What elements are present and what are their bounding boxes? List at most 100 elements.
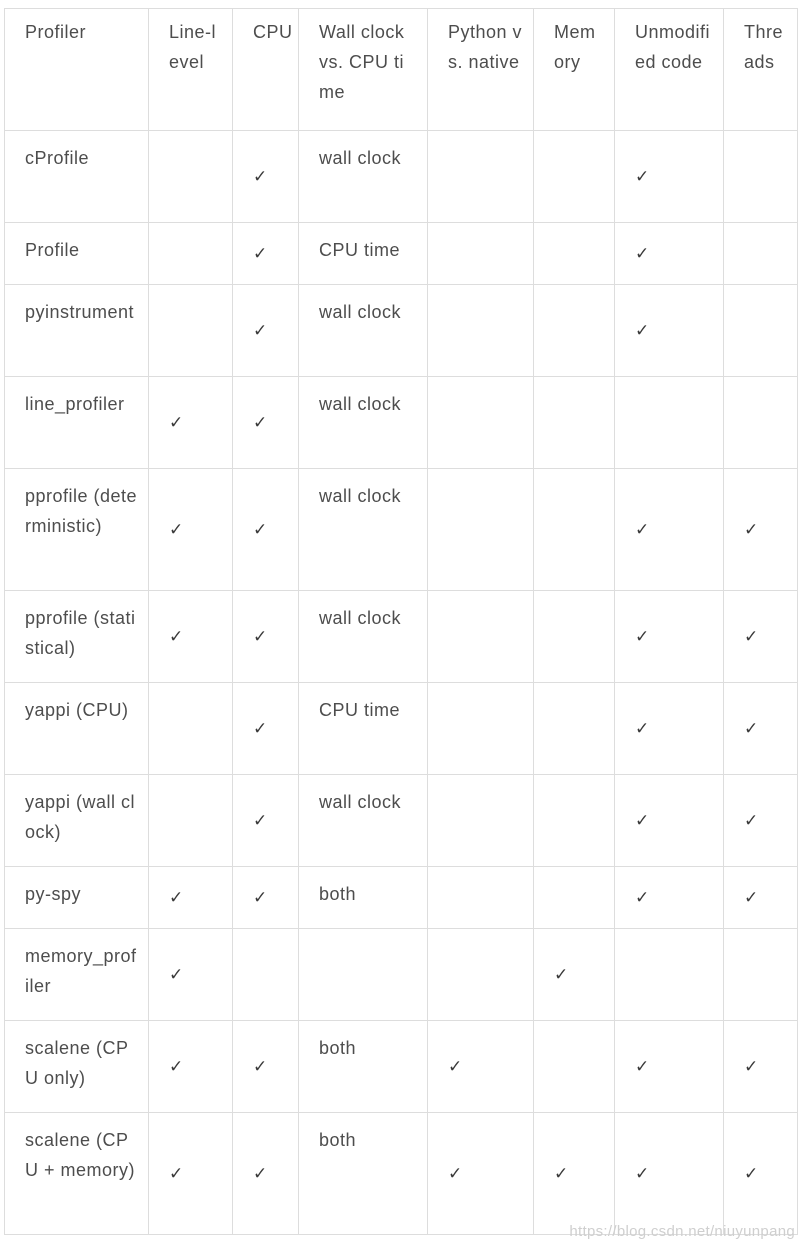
memory-cell (533, 284, 615, 377)
line-level-cell: ✓ (148, 590, 233, 683)
threads-cell: ✓ (723, 1112, 798, 1235)
cpu-cell: ✓ (232, 1112, 299, 1235)
memory-cell (533, 590, 615, 683)
wall-cpu-cell: both (298, 1112, 428, 1235)
header-cpu: CPU (232, 8, 299, 131)
cpu-cell: ✓ (232, 468, 299, 591)
wall-cpu-cell: wall clock (298, 376, 428, 469)
line-level-cell: ✓ (148, 468, 233, 591)
wall-cpu-cell: CPU time (298, 682, 428, 775)
unmodified-code-cell (614, 928, 724, 1021)
header-profiler: Profiler (4, 8, 149, 131)
cpu-cell: ✓ (232, 774, 299, 867)
profiler-name: pprofile (deterministic) (4, 468, 149, 591)
memory-cell: ✓ (533, 928, 615, 1021)
python-native-cell (427, 468, 534, 591)
wall-cpu-cell: wall clock (298, 590, 428, 683)
profiler-name: line_profiler (4, 376, 149, 469)
python-native-cell (427, 774, 534, 867)
profiler-name: pprofile (statistical) (4, 590, 149, 683)
python-native-cell (427, 130, 534, 223)
table-row: pprofile (deterministic) ✓ ✓ wall clock ✓ ✓ (4, 468, 798, 591)
profiler-name: Profile (4, 222, 149, 285)
header-line-level: Line-level (148, 8, 233, 131)
line-level-cell: ✓ (148, 866, 233, 929)
unmodified-code-cell: ✓ (614, 130, 724, 223)
memory-cell (533, 468, 615, 591)
line-level-cell (148, 284, 233, 377)
threads-cell: ✓ (723, 774, 798, 867)
memory-cell (533, 866, 615, 929)
wall-cpu-cell: both (298, 1020, 428, 1113)
memory-cell (533, 774, 615, 867)
memory-cell (533, 1020, 615, 1113)
header-unmodified-code: Unmodified code (614, 8, 724, 131)
table-row: yappi (wall clock) ✓ wall clock ✓ ✓ (4, 774, 798, 867)
threads-cell: ✓ (723, 866, 798, 929)
unmodified-code-cell: ✓ (614, 774, 724, 867)
header-threads: Threads (723, 8, 798, 131)
table-row: Profile ✓ CPU time ✓ (4, 222, 798, 285)
profiler-name: yappi (CPU) (4, 682, 149, 775)
table-row: pyinstrument ✓ wall clock ✓ (4, 284, 798, 377)
table-row: yappi (CPU) ✓ CPU time ✓ ✓ (4, 682, 798, 775)
profiler-name: memory_profiler (4, 928, 149, 1021)
profiler-comparison-table: Profiler Line-level CPU Wall clock vs. C… (4, 8, 798, 1235)
profiler-name: pyinstrument (4, 284, 149, 377)
threads-cell (723, 222, 798, 285)
table-row: scalene (CPU only) ✓ ✓ both ✓ ✓ ✓ (4, 1020, 798, 1113)
table-row: pprofile (statistical) ✓ ✓ wall clock ✓ ✓ (4, 590, 798, 683)
cpu-cell: ✓ (232, 376, 299, 469)
unmodified-code-cell: ✓ (614, 284, 724, 377)
cpu-cell: ✓ (232, 1020, 299, 1113)
cpu-cell: ✓ (232, 284, 299, 377)
wall-cpu-cell: wall clock (298, 130, 428, 223)
line-level-cell (148, 682, 233, 775)
table-row: py-spy ✓ ✓ both ✓ ✓ (4, 866, 798, 929)
header-wall-clock-vs-cpu-time: Wall clock vs. CPU time (298, 8, 428, 131)
python-native-cell: ✓ (427, 1020, 534, 1113)
cpu-cell: ✓ (232, 222, 299, 285)
line-level-cell (148, 222, 233, 285)
unmodified-code-cell: ✓ (614, 590, 724, 683)
threads-cell (723, 284, 798, 377)
cpu-cell: ✓ (232, 130, 299, 223)
memory-cell (533, 130, 615, 223)
table-row: line_profiler ✓ ✓ wall clock (4, 376, 798, 469)
table-header-row: Profiler Line-level CPU Wall clock vs. C… (4, 8, 798, 131)
wall-cpu-cell: both (298, 866, 428, 929)
cpu-cell: ✓ (232, 682, 299, 775)
unmodified-code-cell (614, 376, 724, 469)
header-python-vs-native: Python vs. native (427, 8, 534, 131)
line-level-cell: ✓ (148, 1020, 233, 1113)
line-level-cell (148, 774, 233, 867)
wall-cpu-cell (298, 928, 428, 1021)
table-row: scalene (CPU + memory) ✓ ✓ both ✓ ✓ ✓ ✓ (4, 1112, 798, 1235)
profiler-name: scalene (CPU only) (4, 1020, 149, 1113)
wall-cpu-cell: wall clock (298, 468, 428, 591)
cpu-cell: ✓ (232, 590, 299, 683)
unmodified-code-cell: ✓ (614, 1020, 724, 1113)
watermark: https://blog.csdn.net/niuyunpang (569, 1223, 795, 1240)
python-native-cell (427, 284, 534, 377)
python-native-cell (427, 928, 534, 1021)
memory-cell (533, 376, 615, 469)
cpu-cell (232, 928, 299, 1021)
header-memory: Memory (533, 8, 615, 131)
cpu-cell: ✓ (232, 866, 299, 929)
memory-cell: ✓ (533, 1112, 615, 1235)
wall-cpu-cell: wall clock (298, 284, 428, 377)
unmodified-code-cell: ✓ (614, 866, 724, 929)
line-level-cell: ✓ (148, 928, 233, 1021)
python-native-cell (427, 376, 534, 469)
memory-cell (533, 682, 615, 775)
wall-cpu-cell: wall clock (298, 774, 428, 867)
threads-cell (723, 130, 798, 223)
profiler-name: py-spy (4, 866, 149, 929)
line-level-cell: ✓ (148, 1112, 233, 1235)
threads-cell: ✓ (723, 682, 798, 775)
wall-cpu-cell: CPU time (298, 222, 428, 285)
python-native-cell: ✓ (427, 1112, 534, 1235)
line-level-cell: ✓ (148, 376, 233, 469)
threads-cell (723, 376, 798, 469)
